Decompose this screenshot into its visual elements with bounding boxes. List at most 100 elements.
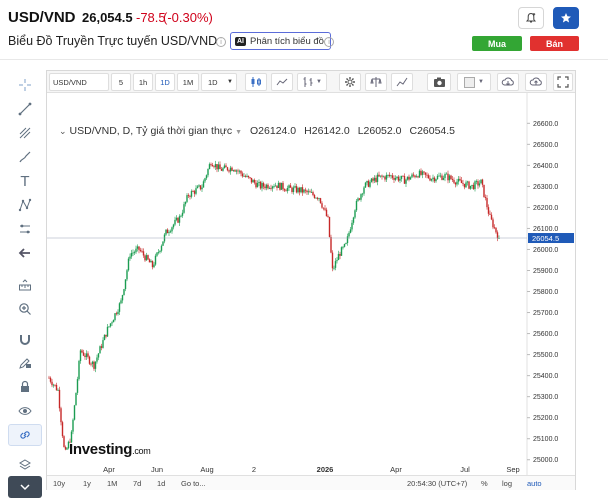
range-1y[interactable]: 1y [83,478,91,489]
candle-body [54,384,56,386]
candle-body [121,295,124,301]
candle-body [394,178,397,180]
brush-tool[interactable] [8,146,42,168]
candle-body [78,360,80,380]
expand-icon [557,76,569,88]
price-chart[interactable]: 25000.0 25100.0 25200.0 25300.0 25400.0 25500… [47,93,575,475]
line-type-button[interactable] [271,73,293,91]
fullscreen-button[interactable] [553,73,573,91]
candle-body [280,182,283,190]
candle-body [373,177,376,181]
fib-tool[interactable] [8,122,42,144]
candle-body [429,178,431,181]
candle-body [489,213,491,215]
y-tick-label: 25300.0 [533,394,558,401]
candle-body [201,187,203,190]
visibility-tool[interactable] [8,400,42,422]
snapshot-button[interactable] [427,73,451,91]
pattern-tool[interactable] [8,194,42,216]
candle-body [375,177,377,182]
measure-tool[interactable] [8,274,42,296]
gear-icon [345,77,355,87]
candle-body [379,175,382,177]
back-arrow-tool[interactable] [8,242,42,264]
candlestick-icon [251,77,261,87]
candle-body [279,182,281,190]
candle-body [310,192,313,193]
layers-tool[interactable] [8,454,42,476]
symbol-search[interactable]: USD/VND [49,73,109,91]
candle-body [198,185,200,187]
log-scale-toggle[interactable]: log [502,478,512,489]
candle-body [79,350,82,361]
lock-drawing-tool[interactable] [8,352,42,374]
candle-body [364,182,367,188]
magnet-tool[interactable] [8,328,42,350]
prediction-tool[interactable] [8,218,42,240]
clock-readout: 20:54:30 (UTC+7) [407,479,468,488]
candle-body [114,313,116,320]
candle-body [355,200,358,211]
trend-line-tool[interactable] [8,98,42,120]
load-cloud-button[interactable] [497,73,519,91]
candle-body [240,170,242,174]
candle-body [442,177,445,180]
candle-body [366,180,368,183]
range-1m[interactable]: 1M [107,478,117,489]
collapse-toolbar-button[interactable] [8,476,42,498]
percent-scale-toggle[interactable]: % [481,478,488,489]
interval-1h[interactable]: 1h [133,73,153,91]
buy-button[interactable]: Mua [472,36,522,51]
x-tick-label: Aug [200,465,213,474]
candle-body [288,185,290,189]
y-tick-label: 26300.0 [533,184,558,191]
link-tool[interactable] [8,424,42,446]
bar-type-button[interactable]: ▼ [297,73,327,91]
auto-scale-toggle[interactable]: auto [527,478,542,489]
template-button[interactable]: ▼ [457,73,491,91]
save-cloud-button[interactable] [525,73,547,91]
x-tick-label: Apr [390,465,402,474]
legend-collapse-icon[interactable]: ⌄ [59,126,67,136]
interval-1d[interactable]: 1D [155,73,175,91]
candles-type-button[interactable] [245,73,267,91]
range-10y[interactable]: 10y [53,478,65,489]
candle-body [318,198,320,199]
candle-body [81,350,83,353]
info-icon[interactable]: i [216,37,226,47]
crosshair-tool[interactable] [8,74,42,96]
candle-body [438,175,440,177]
compare-button[interactable] [365,73,387,91]
y-tick-label: 25800.0 [533,289,558,296]
pattern-icon [18,198,32,212]
candle-body [319,198,322,204]
settings-button[interactable] [339,73,361,91]
candle-body [118,303,121,312]
watchlist-button[interactable] [553,7,579,29]
analysis-info-icon[interactable]: i [324,37,334,47]
chart-analysis-button[interactable]: AI Phân tích biểu đồ [230,32,331,50]
add-alert-button[interactable] [518,7,544,29]
area-chart-icon [276,78,288,86]
candle-body [358,198,361,200]
interval-dropdown[interactable]: 1D ▼ [201,73,237,91]
candle-body [111,322,113,324]
range-7d[interactable]: 7d [133,478,141,489]
zoom-tool[interactable] [8,298,42,320]
candle-body [475,181,478,182]
text-tool[interactable]: T [8,170,42,192]
range-1d[interactable]: 1d [157,478,165,489]
candle-body [181,212,184,216]
interval-5m[interactable]: 5 [111,73,131,91]
candle-body [255,182,257,188]
lock-tool[interactable] [8,376,42,398]
drawing-toolbar: T [8,70,42,500]
candle-body [339,253,341,256]
goto-date[interactable]: Go to... [181,478,206,489]
interval-1m[interactable]: 1M [177,73,199,91]
candle-body [441,175,443,180]
candle-body [483,184,485,198]
indicators-button[interactable] [391,73,413,91]
sell-button[interactable]: Bán [530,36,579,51]
y-tick-label: 26200.0 [533,205,558,212]
